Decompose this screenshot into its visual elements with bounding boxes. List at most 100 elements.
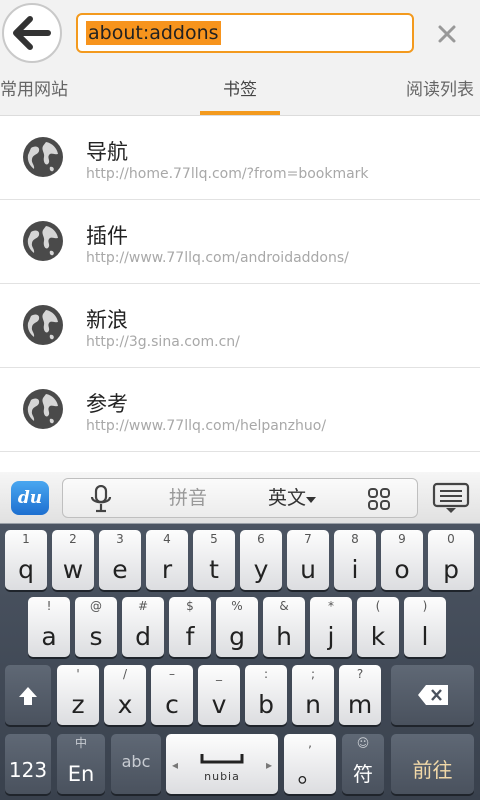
key-label: w <box>62 555 84 584</box>
key-label: g <box>229 622 245 651</box>
active-tab-indicator <box>200 111 280 115</box>
english-mode-dropdown[interactable]: 英文 <box>268 479 317 517</box>
grid-icon[interactable] <box>367 487 391 511</box>
key-f[interactable]: $ f <box>169 597 211 657</box>
nubia-brand-text: nubia <box>204 770 240 783</box>
du-logo-button[interactable]: du <box>11 481 49 515</box>
key-u[interactable]: 7u <box>287 530 329 590</box>
key-label: f <box>185 622 195 651</box>
key-sub-label: – <box>169 667 175 681</box>
key-q[interactable]: 1q <box>5 530 47 590</box>
key-e[interactable]: 3e <box>99 530 141 590</box>
key-sub-label: 3 <box>116 532 124 546</box>
key-label: r <box>161 555 173 584</box>
keyboard-mode-strip: 拼音 英文 <box>62 478 418 518</box>
key-p[interactable]: 0p <box>428 530 474 590</box>
key-label: x <box>117 690 133 719</box>
key-label: s <box>89 622 103 651</box>
key-sub-label: & <box>279 599 289 613</box>
bookmark-item[interactable]: 插件 http://www.77llq.com/androidaddons/ <box>0 200 480 284</box>
keyboard-toolbar: du 拼音 英文 <box>0 472 480 524</box>
back-button[interactable] <box>2 3 62 63</box>
globe-icon <box>23 137 63 177</box>
key-sub-label: ☺ <box>356 736 370 750</box>
numbers-key[interactable]: 123 <box>5 734 51 794</box>
key-sub-label: $ <box>186 599 194 613</box>
bookmark-item[interactable]: 新浪 http://3g.sina.com.cn/ <box>0 284 480 368</box>
key-h[interactable]: & h <box>263 597 305 657</box>
key-n[interactable]: ; n <box>292 665 334 725</box>
tab-bookmarks[interactable]: 书签 <box>200 66 280 116</box>
key-sub-label: ! <box>46 599 52 613</box>
english-mode-label: 英文 <box>268 487 307 509</box>
key-label: En <box>67 762 95 786</box>
key-a[interactable]: ! a <box>28 597 70 657</box>
shift-arrow-icon <box>19 687 37 705</box>
dropdown-triangle-icon <box>306 497 317 503</box>
address-input[interactable]: about:addons <box>76 13 414 53</box>
key-w[interactable]: 2w <box>52 530 94 590</box>
key-s[interactable]: @ s <box>75 597 117 657</box>
key-o[interactable]: 9o <box>381 530 423 590</box>
key-i[interactable]: 8i <box>334 530 376 590</box>
bookmark-title: 新浪 <box>86 308 128 332</box>
shift-key[interactable] <box>5 665 51 725</box>
space-key[interactable]: ◂ nubia ▸ <box>166 734 278 794</box>
key-label: n <box>305 690 321 719</box>
key-c[interactable]: – c <box>151 665 193 725</box>
key-sub-label: * <box>328 599 334 613</box>
key-l[interactable]: ) l <box>404 597 446 657</box>
key-r[interactable]: 4r <box>146 530 188 590</box>
tab-reading-list[interactable]: 阅读列表 <box>406 66 474 116</box>
key-sub-label: 5 <box>210 532 218 546</box>
tab-frequent-sites[interactable]: 常用网站 <box>0 66 68 116</box>
key-j[interactable]: * j <box>310 597 352 657</box>
key-sub-label: 2 <box>69 532 77 546</box>
key-t[interactable]: 5t <box>193 530 235 590</box>
globe-icon <box>23 389 63 429</box>
space-right-arrow: ▸ <box>265 758 272 772</box>
abc-key[interactable]: abc <box>111 734 161 794</box>
bookmark-item[interactable]: 参考 http://www.77llq.com/helpanzhuo/ <box>0 368 480 452</box>
key-sub-label: ( <box>375 599 381 613</box>
go-key[interactable]: 前往 <box>391 734 474 794</box>
key-label: m <box>347 690 373 719</box>
globe-icon <box>23 305 63 345</box>
key-b[interactable]: :b <box>245 665 287 725</box>
bookmark-item[interactable]: 导航 http://home.77llq.com/?from=bookmark <box>0 116 480 200</box>
key-sub-label: % <box>231 599 243 613</box>
key-label: b <box>258 690 274 719</box>
period-key[interactable]: ,。 <box>284 734 336 794</box>
key-y[interactable]: 6y <box>240 530 282 590</box>
key-sub-label: : <box>263 667 269 681</box>
key-label: q <box>18 555 34 584</box>
backspace-icon <box>418 685 448 705</box>
bookmark-url: http://www.77llq.com/androidaddons/ <box>86 250 349 266</box>
key-d[interactable]: # d <box>122 597 164 657</box>
key-label: 。 <box>297 759 323 788</box>
bookmark-url: http://3g.sina.com.cn/ <box>86 334 240 350</box>
nubia-logo-icon <box>200 754 244 764</box>
bookmark-title: 参考 <box>86 392 128 416</box>
key-k[interactable]: (k <box>357 597 399 657</box>
clear-button[interactable] <box>430 17 464 51</box>
language-switch-key[interactable]: 中 En <box>57 734 105 794</box>
key-label: v <box>211 690 227 719</box>
key-z[interactable]: ' z <box>57 665 99 725</box>
symbols-key[interactable]: ☺ 符 <box>342 734 384 794</box>
key-x[interactable]: / x <box>104 665 146 725</box>
key-label: a <box>41 622 57 651</box>
key-label: 123 <box>8 758 48 782</box>
key-label: i <box>351 555 359 584</box>
key-label: 符 <box>353 762 373 786</box>
key-label: c <box>165 690 179 719</box>
keyboard-menu-icon[interactable] <box>432 482 470 514</box>
key-sub-label: # <box>137 599 149 613</box>
backspace-key[interactable] <box>391 665 474 725</box>
key-g[interactable]: % g <box>216 597 258 657</box>
key-v[interactable]: _ v <box>198 665 240 725</box>
pinyin-mode[interactable]: 拼音 <box>169 479 207 517</box>
microphone-icon[interactable] <box>89 485 113 513</box>
back-arrow-icon <box>13 16 51 50</box>
key-m[interactable]: ? m <box>339 665 381 725</box>
